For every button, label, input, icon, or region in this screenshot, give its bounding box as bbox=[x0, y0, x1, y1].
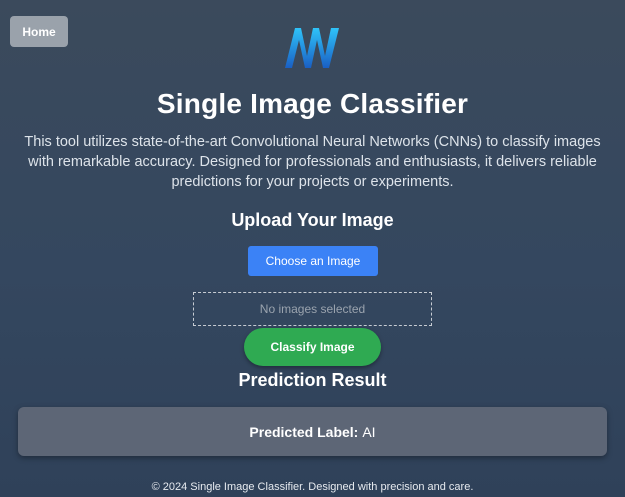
predicted-label-key: Predicted Label: bbox=[249, 423, 359, 440]
predicted-label-value: AI bbox=[362, 423, 376, 440]
footer-text: © 2024 Single Image Classifier. Designed… bbox=[151, 481, 474, 493]
prediction-result-card: Predicted Label: AI bbox=[18, 407, 607, 456]
choose-image-button[interactable]: Choose an Image bbox=[248, 246, 378, 276]
image-dropzone[interactable]: No images selected bbox=[193, 292, 432, 326]
upload-heading: Upload Your Image bbox=[231, 210, 394, 230]
classify-image-button[interactable]: Classify Image bbox=[244, 328, 381, 366]
page-description: This tool utilizes state-of-the-art Conv… bbox=[24, 134, 601, 190]
prediction-heading: Prediction Result bbox=[238, 370, 387, 390]
dropzone-status-text: No images selected bbox=[259, 302, 366, 316]
nn-logo-icon bbox=[285, 28, 339, 68]
home-button[interactable]: Home bbox=[10, 16, 68, 47]
page-title: Single Image Classifier bbox=[156, 88, 469, 119]
